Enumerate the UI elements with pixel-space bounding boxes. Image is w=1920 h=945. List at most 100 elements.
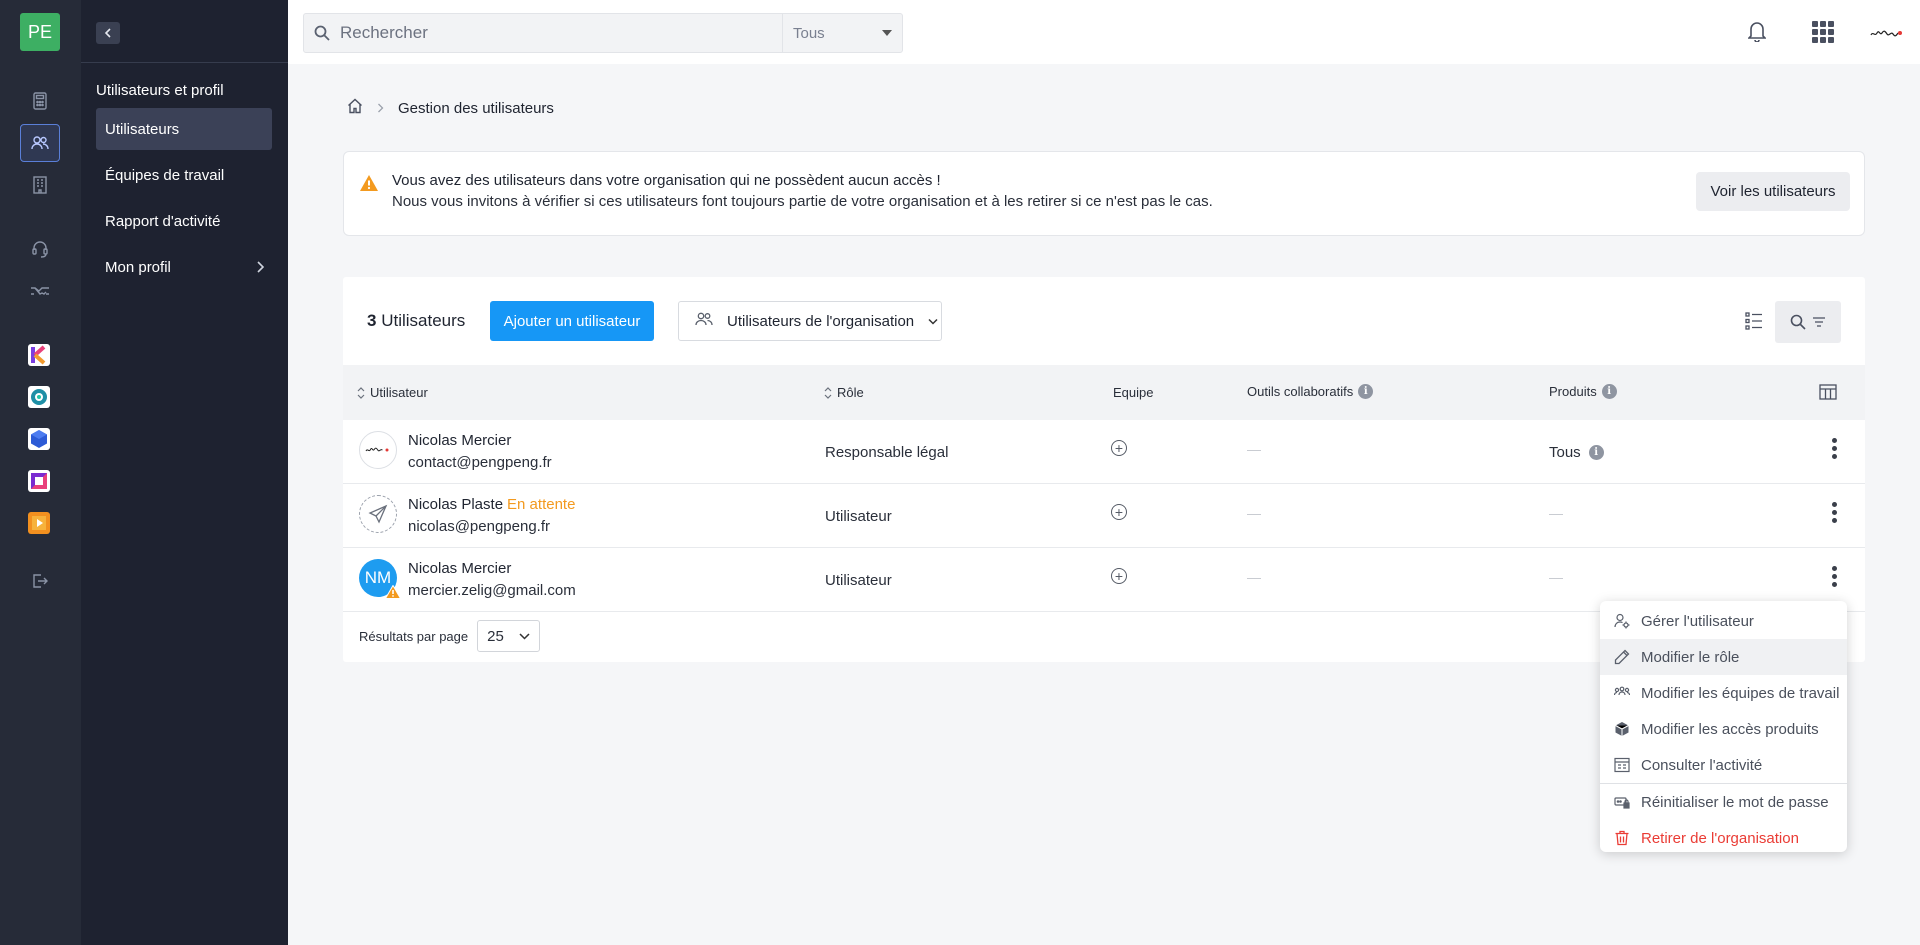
menu-item-reset-password[interactable]: Réinitialiser le mot de passe <box>1600 784 1847 820</box>
users-count: 3 Utilisateurs <box>367 311 465 331</box>
user-name: Nicolas Mercier <box>408 560 511 577</box>
organization-filter-select[interactable]: Utilisateurs de l'organisation <box>678 301 942 341</box>
user-gear-icon <box>1614 613 1630 629</box>
results-per-page-select[interactable]: 25 <box>477 620 541 652</box>
sidebar-item-label: Équipes de travail <box>105 166 225 184</box>
sidebar-item-teams[interactable]: Équipes de travail <box>96 154 272 196</box>
handshake-icon[interactable] <box>20 272 60 310</box>
warning-icon <box>385 585 401 599</box>
organization-filter-value: Utilisateurs de l'organisation <box>727 312 915 330</box>
sidebar-item-activity-report[interactable]: Rapport d'activité <box>96 200 272 242</box>
row-actions-menu-icon[interactable] <box>1832 502 1837 523</box>
user-name-text: Nicolas Plaste <box>408 496 504 513</box>
pengpeng-logo-icon <box>1870 30 1902 37</box>
sidebar-item-users[interactable]: Utilisateurs <box>96 108 272 150</box>
menu-item-remove-from-organization[interactable]: Retirer de l'organisation <box>1600 820 1847 856</box>
password-icon <box>1614 794 1630 810</box>
user-products: Tous i <box>1549 444 1604 461</box>
logout-icon[interactable] <box>20 562 60 600</box>
home-icon[interactable] <box>347 98 363 118</box>
column-header-label: Rôle <box>837 385 864 400</box>
add-user-button[interactable]: Ajouter un utilisateur <box>490 301 654 341</box>
info-icon[interactable]: i <box>1588 445 1604 460</box>
column-header-role[interactable]: Rôle <box>824 385 864 400</box>
chevron-down-icon <box>519 633 530 640</box>
breadcrumb-current: Gestion des utilisateurs <box>398 99 554 117</box>
add-team-icon[interactable]: + <box>1111 440 1127 456</box>
sidebar-item-my-profile[interactable]: Mon profil <box>96 246 272 288</box>
results-per-page-label: Résultats par page <box>359 628 469 644</box>
caret-down-icon <box>882 30 892 36</box>
app-teal-icon[interactable] <box>28 386 50 408</box>
user-name: Nicolas Plaste En attente <box>408 496 575 513</box>
table-row[interactable]: Nicolas Plaste En attente nicolas@pengpen… <box>343 484 1865 548</box>
box-icon <box>1614 721 1630 737</box>
pagination: Résultats par page 25 <box>359 620 541 652</box>
trash-icon <box>1614 830 1630 846</box>
sidebar-section-title: Utilisateurs et profil <box>96 82 224 99</box>
columns-settings-icon[interactable] <box>1819 384 1837 403</box>
menu-item-label: Consulter l'activité <box>1641 756 1763 774</box>
app-purple-icon[interactable] <box>28 470 50 492</box>
list-view-icon[interactable] <box>1745 311 1763 334</box>
view-users-button[interactable]: Voir les utilisateurs <box>1696 172 1850 211</box>
chevron-down-icon <box>928 318 938 325</box>
row-actions-menu-icon[interactable] <box>1832 566 1837 587</box>
avatar: NM <box>359 559 401 599</box>
app-blue-icon[interactable] <box>28 428 50 450</box>
tools-empty-dash <box>1247 450 1261 451</box>
user-role: Utilisateur <box>825 508 892 525</box>
products-empty-dash <box>1549 578 1563 579</box>
breadcrumb-separator-icon <box>377 100 384 117</box>
user-role: Responsable légal <box>825 444 949 461</box>
menu-item-view-activity[interactable]: Consulter l'activité <box>1600 747 1847 783</box>
menu-item-label: Modifier les équipes de travail <box>1641 684 1840 702</box>
info-icon[interactable]: i <box>1358 384 1374 399</box>
search-scope-select[interactable]: Tous <box>782 14 902 52</box>
warning-icon <box>359 174 379 195</box>
add-team-icon[interactable]: + <box>1111 568 1127 584</box>
menu-item-edit-role[interactable]: Modifier le rôle <box>1600 639 1847 675</box>
column-header-user[interactable]: Utilisateur <box>357 385 428 400</box>
user-email: contact@pengpeng.fr <box>408 454 552 471</box>
apps-grid-icon[interactable] <box>1812 21 1834 46</box>
chevron-right-icon <box>257 261 264 273</box>
add-team-icon[interactable]: + <box>1111 504 1127 520</box>
table-row[interactable]: Nicolas Mercier contact@pengpeng.fr Resp… <box>343 420 1865 484</box>
secondary-sidebar: Utilisateurs et profil Utilisateurs Équi… <box>81 0 288 945</box>
tools-empty-dash <box>1247 514 1261 515</box>
sidebar-item-label: Utilisateurs <box>105 120 180 138</box>
results-per-page-value: 25 <box>487 627 504 645</box>
building-icon[interactable] <box>20 166 60 204</box>
menu-item-label: Modifier les accès produits <box>1641 720 1819 738</box>
alert-title: Vous avez des utilisateurs dans votre or… <box>392 172 941 189</box>
sort-icon <box>824 386 832 399</box>
column-header-label: Utilisateur <box>370 385 428 400</box>
organization-logo[interactable]: PE <box>20 13 60 51</box>
menu-item-label: Retirer de l'organisation <box>1641 829 1799 847</box>
column-header-team: Equipe <box>1113 385 1153 400</box>
sidebar-item-label: Mon profil <box>105 258 171 276</box>
users-count-number: 3 <box>367 311 377 330</box>
bell-icon[interactable] <box>1747 20 1767 45</box>
menu-item-label: Gérer l'utilisateur <box>1641 612 1754 630</box>
icon-rail: PE <box>0 0 81 945</box>
no-access-alert: Vous avez des utilisateurs dans votre or… <box>343 151 1865 236</box>
user-name-text: Nicolas Mercier <box>408 432 512 449</box>
search-icon <box>1790 314 1806 330</box>
info-icon[interactable]: i <box>1601 384 1617 399</box>
app-orange-icon[interactable] <box>28 512 50 534</box>
menu-item-manage-user[interactable]: Gérer l'utilisateur <box>1600 603 1847 639</box>
menu-item-edit-teams[interactable]: Modifier les équipes de travail <box>1600 675 1847 711</box>
search-filter-toggle[interactable] <box>1775 301 1841 343</box>
headset-icon[interactable] <box>20 230 60 268</box>
filter-icon <box>1813 317 1825 327</box>
row-actions-menu-icon[interactable] <box>1832 438 1837 459</box>
collapse-sidebar-button[interactable] <box>96 22 120 44</box>
brand-logo[interactable] <box>1870 25 1904 41</box>
menu-item-edit-product-access[interactable]: Modifier les accès produits <box>1600 711 1847 747</box>
users-icon[interactable] <box>20 124 60 162</box>
calculator-icon[interactable] <box>20 82 60 120</box>
app-k-icon[interactable] <box>28 344 50 366</box>
column-header-label: Equipe <box>1113 385 1154 400</box>
